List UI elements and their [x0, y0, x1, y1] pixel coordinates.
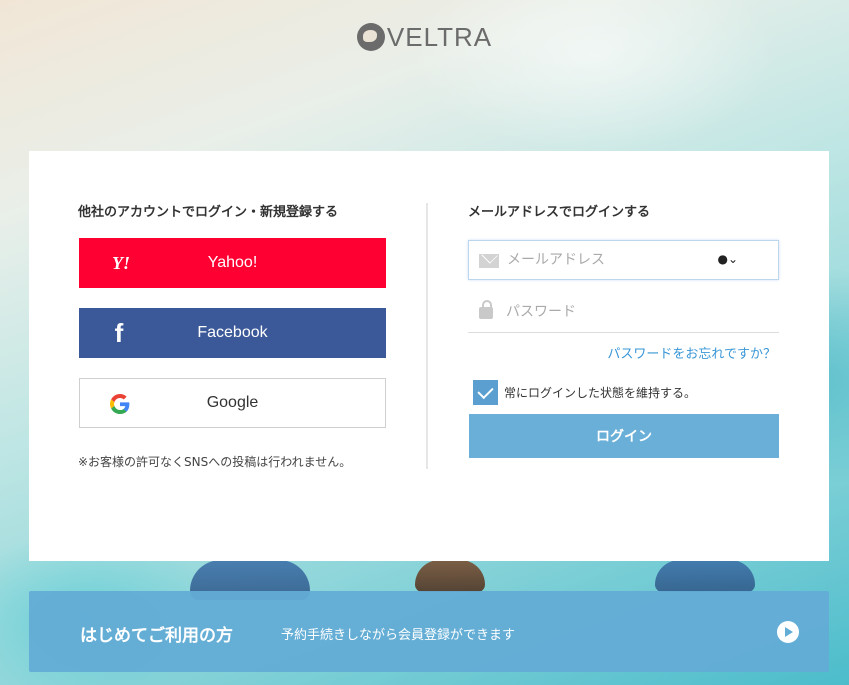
email-input[interactable] [507, 241, 707, 279]
facebook-login-button[interactable]: f Facebook [79, 308, 386, 358]
facebook-icon: f [114, 317, 124, 348]
password-manager-key-icon[interactable]: ●⌄ [717, 252, 738, 266]
veltra-logo[interactable]: VELTRA [0, 22, 849, 53]
lock-icon [479, 300, 493, 319]
globe-icon [356, 23, 385, 51]
email-login-title: メールアドレスでログインする [468, 205, 651, 220]
signup-title: はじめてご利用の方 [80, 626, 233, 646]
facebook-button-label: Facebook [197, 324, 268, 341]
column-divider [426, 203, 428, 469]
yahoo-icon: Y! [112, 252, 130, 273]
play-arrow-icon [777, 621, 799, 643]
remember-me: 常にログインした状態を維持する。 [473, 380, 696, 405]
remember-me-label[interactable]: 常にログインした状態を維持する。 [504, 384, 696, 401]
forgot-password-link[interactable]: パスワードをお忘れですか？ [607, 343, 776, 362]
google-login-button[interactable]: Google [79, 378, 386, 428]
google-button-label: Google [206, 394, 259, 411]
mail-icon [479, 254, 499, 268]
yahoo-button-label: Yahoo! [207, 254, 258, 271]
logo-text: VELTRA [386, 22, 493, 52]
background-boat [415, 560, 485, 592]
signup-description: 予約手続きしながら会員登録ができます [281, 628, 516, 643]
google-icon [108, 392, 132, 416]
email-field-container: ●⌄ [468, 240, 779, 280]
social-login-title: 他社のアカウントでログイン・新規登録する [78, 205, 339, 220]
password-field-container [468, 293, 779, 333]
yahoo-login-button[interactable]: Y! Yahoo! [79, 238, 386, 288]
login-card: 他社のアカウントでログイン・新規登録する Y! Yahoo! f Faceboo… [29, 151, 829, 561]
background-boat [655, 560, 755, 592]
password-input[interactable] [506, 293, 706, 331]
login-button[interactable]: ログイン [469, 414, 779, 458]
sns-privacy-note: ※お客様の許可なくSNSへの投稿は行われません。 [78, 455, 352, 469]
signup-banner[interactable]: はじめてご利用の方 予約手続きしながら会員登録ができます [29, 591, 829, 672]
remember-me-checkbox[interactable] [473, 380, 498, 405]
